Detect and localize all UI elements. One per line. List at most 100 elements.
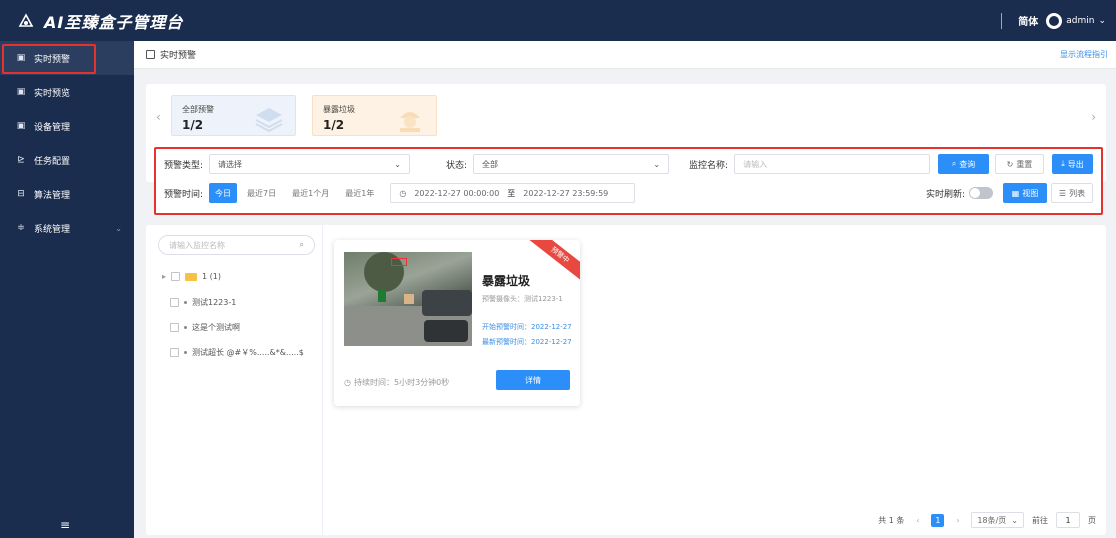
main-content: 实时预警 显示流程指引 ‹ 全部预警 1/2 暴露垃圾 1/2 › 预警类型: … — [134, 41, 1116, 538]
folder-icon — [185, 272, 198, 281]
alert-type-value: 请选择 — [218, 159, 243, 169]
page-number[interactable]: 1 — [931, 513, 945, 527]
view-grid-label: 视图 — [1022, 188, 1039, 198]
alarm-camera: 预警摄像头：测试1223-1 — [482, 295, 563, 303]
caret-right-icon: ▸ — [162, 272, 167, 281]
query-button-label: 查询 — [959, 159, 976, 169]
chevron-right-icon[interactable]: › — [1091, 110, 1096, 124]
tree-checkbox[interactable] — [170, 323, 179, 332]
view-list-button[interactable]: ☰ 列表 — [1051, 183, 1093, 203]
realtime-refresh-toggle[interactable] — [969, 187, 993, 199]
menu-collapse-icon[interactable]: ≡ — [60, 518, 70, 532]
bullet-icon — [184, 326, 187, 329]
tree-node-camera[interactable]: 这是个测试啊 — [170, 322, 240, 333]
chevron-down-icon: ⌄ — [1011, 515, 1018, 525]
view-grid-button[interactable]: ▦ 视图 — [1003, 183, 1047, 203]
tree-search-placeholder: 请输入监控名称 — [169, 240, 225, 250]
cloud-logo-icon — [18, 12, 34, 27]
chevron-down-icon: ⌄ — [115, 223, 122, 233]
next-page-icon[interactable]: › — [952, 514, 963, 526]
sidebar: ▣ 实时预警 ▣ 实时预览 ▣ 设备管理 ⊵ 任务配置 ⊟ 算法管理 ≑ 系统管… — [0, 41, 134, 538]
search-icon: ⌕ — [299, 240, 304, 249]
clock-icon: ◷ — [399, 188, 407, 198]
language-switch[interactable]: 简体 — [1018, 13, 1038, 28]
alarm-status-badge: 预警中 — [524, 240, 580, 286]
time-option-today[interactable]: 今日 — [209, 183, 238, 203]
tree-checkbox[interactable] — [171, 272, 181, 281]
detail-button[interactable]: 详情 — [496, 370, 570, 390]
tree-node-label: 测试超长 @#￥%.....&*&.....$ — [192, 348, 304, 357]
filter-row-1: 预警类型: 请选择 ⌄ 状态: 全部 ⌄ 监控名称: 请输入 ⌕ 查询 ↻ 重置… — [164, 154, 1094, 174]
time-option-7days[interactable]: 最近7日 — [241, 183, 282, 203]
alert-type-select[interactable]: 请选择 ⌄ — [209, 154, 410, 174]
date-separator: 至 — [507, 188, 516, 198]
algorithm-icon: ⊟ — [17, 189, 25, 199]
alarm-duration-text: 持续时间：5小时3分钟0秒 — [353, 378, 450, 387]
pagination: 共 1 条 ‹ 1 › 18条/页 ⌄ 前往 1 页 — [878, 512, 1096, 528]
device-icon: ▣ — [16, 121, 26, 131]
list-icon: ☰ — [1058, 188, 1067, 198]
reset-button[interactable]: ↻ 重置 — [994, 154, 1044, 174]
status-select[interactable]: 全部 ⌄ — [473, 154, 670, 174]
realtime-refresh-label: 实时刷新: — [925, 189, 965, 200]
tree-checkbox[interactable] — [170, 348, 179, 357]
filter-row-2: 预警时间: 今日 最近7日 最近1个月 最近1年 ◷ 2022-12-27 00… — [164, 183, 1093, 203]
stat-card-all-alerts[interactable]: 全部预警 1/2 — [171, 95, 296, 136]
app-logo: AI至臻盒子管理台 — [0, 9, 183, 33]
export-button[interactable]: ⤓ 导出 — [1051, 154, 1094, 174]
reset-button-label: 重置 — [1016, 159, 1033, 169]
sidebar-item-algorithms[interactable]: ⊟ 算法管理 — [0, 177, 134, 211]
sidebar-item-devices[interactable]: ▣ 设备管理 — [0, 109, 134, 143]
chevron-left-icon[interactable]: ‹ — [156, 110, 161, 124]
task-icon: ⊵ — [17, 155, 25, 165]
worker-helmet-icon — [400, 112, 420, 132]
sidebar-item-label: 系统管理 — [34, 224, 71, 235]
date-range-picker[interactable]: ◷ 2022-12-27 00:00:00 至 2022-12-27 23:59… — [390, 183, 636, 203]
preview-icon: ▣ — [16, 87, 26, 97]
chevron-down-icon: ⌄ — [653, 159, 661, 169]
grid-icon: ▦ — [1011, 188, 1020, 198]
chevron-down-icon: ⌄ — [394, 159, 401, 169]
detection-box — [391, 258, 407, 266]
alarm-title: 暴露垃圾 — [482, 274, 531, 288]
monitor-name-input[interactable]: 请输入 — [734, 154, 931, 174]
alarm-snapshot[interactable] — [344, 252, 472, 346]
alarm-card[interactable]: 预警中 暴露垃圾 预警摄像头：测试1223-1 开始预警时间：2022-12-2… — [334, 240, 580, 406]
flow-guide-link[interactable]: 显示流程指引 — [1060, 49, 1108, 60]
breadcrumb-current: 实时预警 — [160, 51, 197, 61]
tree-search-input[interactable]: 请输入监控名称 ⌕ — [158, 235, 315, 255]
avatar — [1046, 12, 1063, 29]
user-menu[interactable]: admin ⌄ — [1046, 12, 1106, 29]
tree-node-label: 这是个测试啊 — [192, 323, 240, 332]
username: admin — [1066, 15, 1095, 26]
time-option-1year[interactable]: 最近1年 — [339, 183, 380, 203]
goto-page-input[interactable]: 1 — [1056, 512, 1080, 528]
prev-page-icon[interactable]: ‹ — [912, 514, 923, 526]
page-size-select[interactable]: 18条/页 ⌄ — [971, 512, 1024, 528]
alarm-duration: ◷ 持续时间：5小时3分钟0秒 — [344, 377, 449, 388]
tree-checkbox[interactable] — [170, 298, 179, 307]
sidebar-item-label: 算法管理 — [34, 190, 71, 201]
sidebar-item-tasks[interactable]: ⊵ 任务配置 — [0, 143, 134, 177]
query-button[interactable]: ⌕ 查询 — [938, 154, 989, 174]
date-start: 2022-12-27 00:00:00 — [414, 188, 500, 198]
time-option-1month[interactable]: 最近1个月 — [286, 183, 335, 203]
status-value: 全部 — [482, 159, 499, 169]
app-title: AI至臻盒子管理台 — [44, 12, 184, 32]
selection-highlight — [2, 44, 96, 74]
search-icon: ⌕ — [951, 159, 957, 168]
tree-node-camera[interactable]: 测试超长 @#￥%.....&*&.....$ — [170, 347, 320, 358]
tree-node-camera[interactable]: 测试1223-1 — [170, 297, 236, 308]
tree-node-group[interactable]: ▸ 1 (1) — [162, 272, 221, 281]
sidebar-item-alerts[interactable]: ▣ 实时预警 — [0, 41, 134, 75]
sidebar-item-system[interactable]: ≑ 系统管理 ⌄ — [0, 211, 134, 245]
alarm-start-time: 开始预警时间：2022-12-27 — [482, 323, 572, 331]
clock-icon: ◷ — [344, 378, 351, 387]
stat-card-exposed-trash[interactable]: 暴露垃圾 1/2 — [312, 95, 437, 136]
header-divider — [1001, 12, 1003, 29]
monitor-name-label: 监控名称: — [689, 160, 729, 171]
results-panel: 请输入监控名称 ⌕ ▸ 1 (1) 测试1223-1 这是个测试啊 测试超长 @… — [146, 225, 1106, 535]
sidebar-item-preview[interactable]: ▣ 实时预览 — [0, 75, 134, 109]
page-unit: 页 — [1088, 515, 1096, 525]
camera-tree: 请输入监控名称 ⌕ ▸ 1 (1) 测试1223-1 这是个测试啊 测试超长 @… — [146, 225, 323, 535]
